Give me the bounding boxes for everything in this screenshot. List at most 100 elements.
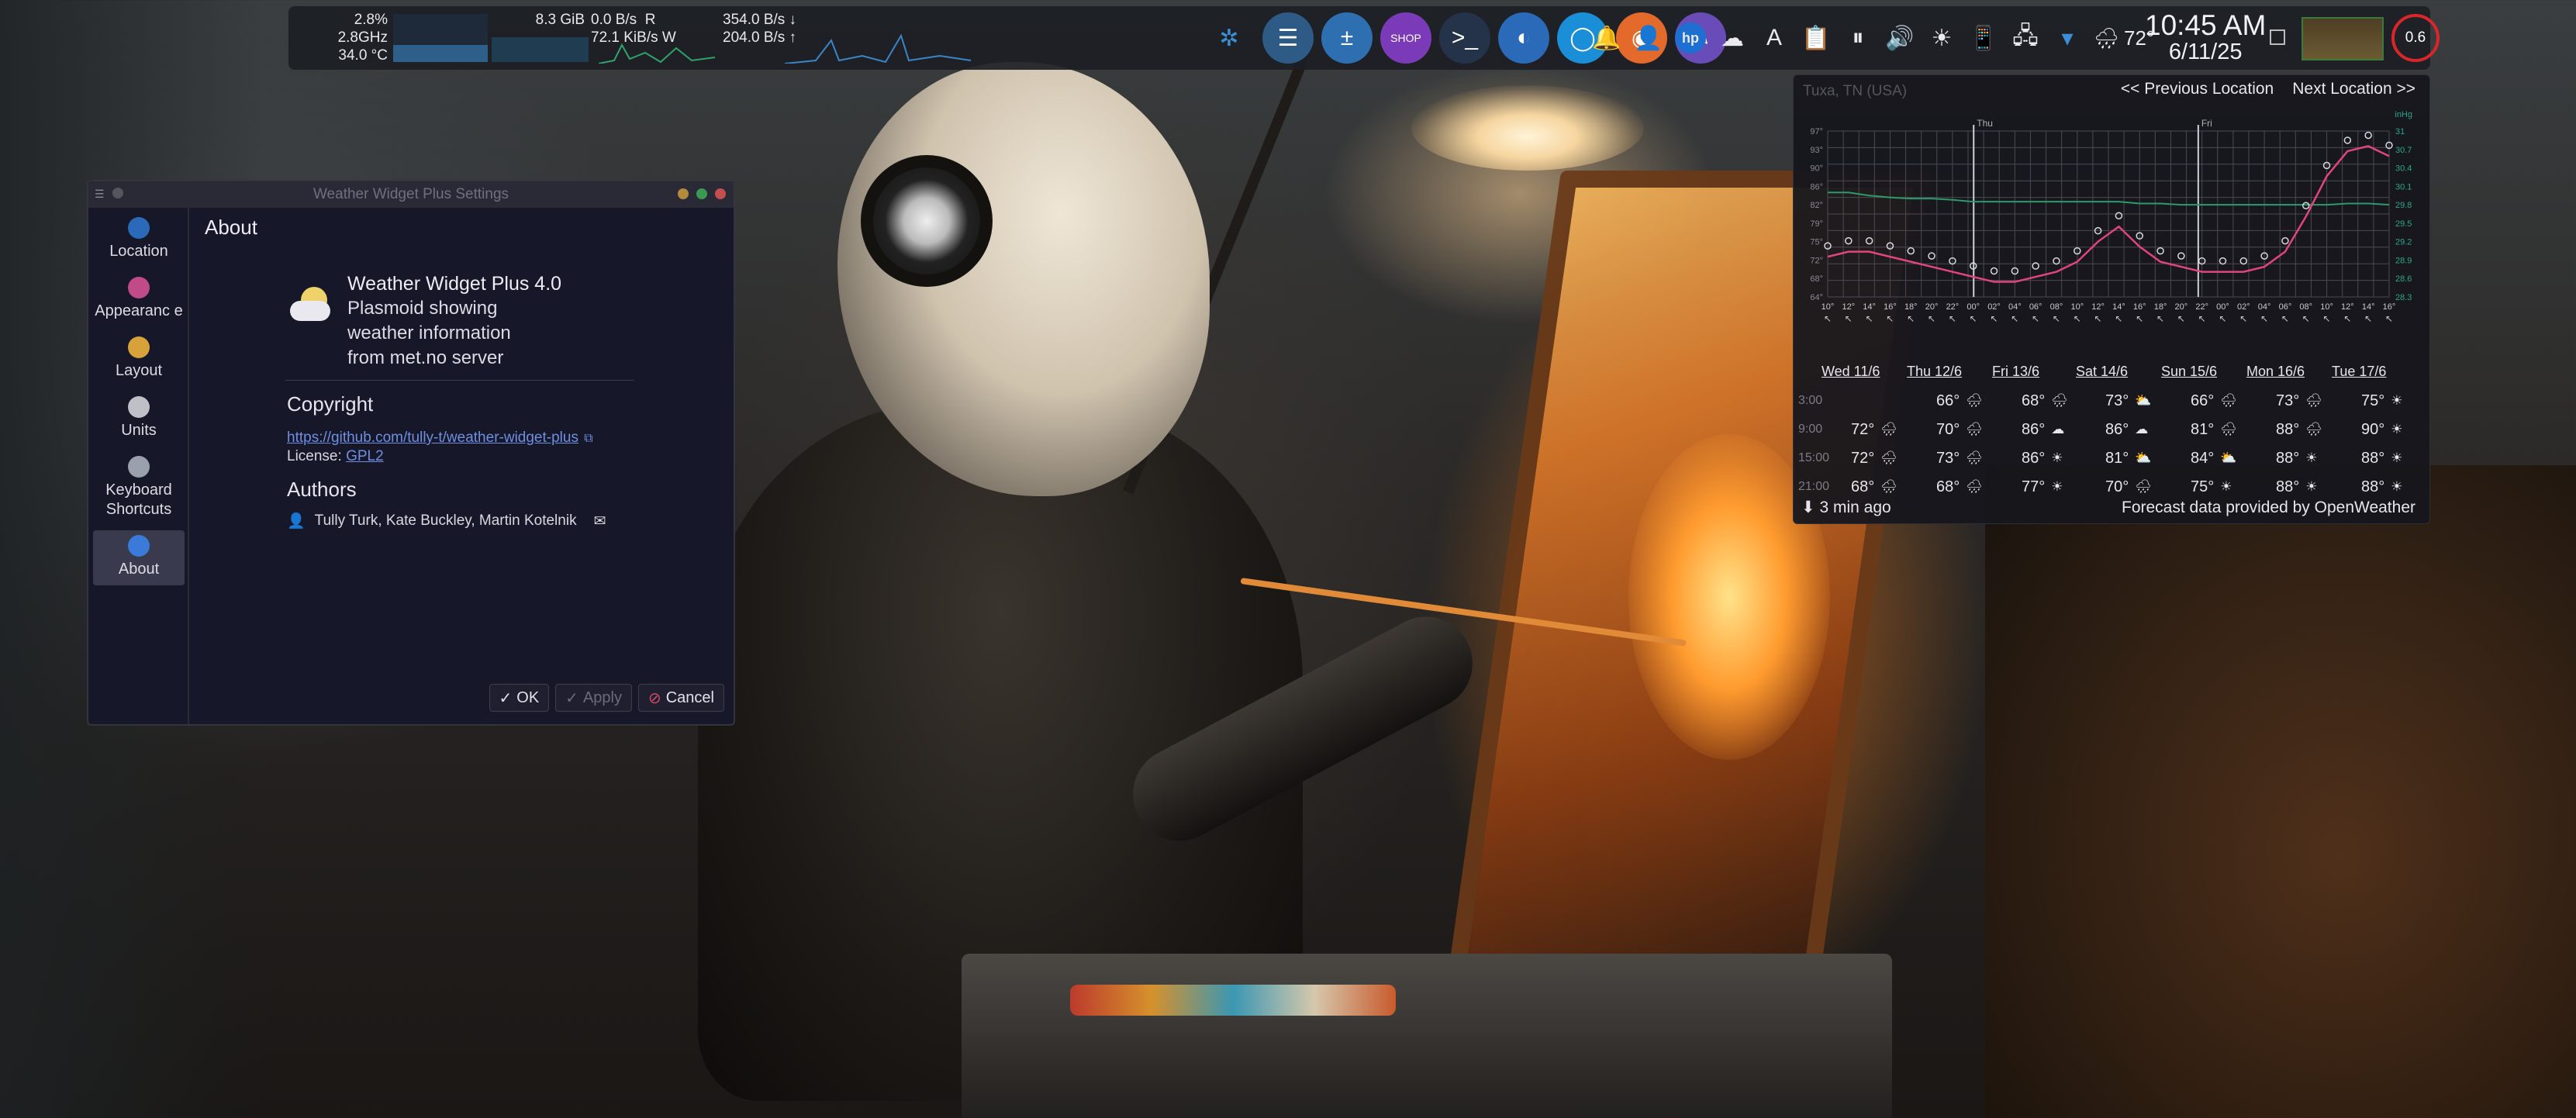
sidebar-item-label: Layout	[115, 362, 163, 379]
forecast-temp: 75°	[2191, 478, 2215, 495]
hour-label: 20°	[1925, 302, 1939, 312]
y-right-unit: inHg	[2395, 110, 2412, 119]
forecast-temp: 88°	[2276, 478, 2300, 495]
sidebar-item-layout[interactable]: Layout	[93, 332, 185, 387]
show-desktop-icon[interactable]	[2270, 29, 2285, 45]
wind-arrow-icon: ↖	[2136, 313, 2143, 324]
previous-location-link[interactable]: << Previous Location	[2121, 80, 2274, 98]
rain-icon: 🌧	[1880, 479, 1897, 494]
page-title: About	[205, 216, 257, 239]
forecast-temp: 81°	[2105, 449, 2129, 467]
hour-label: 22°	[2195, 302, 2208, 312]
y-tick-label: 90°	[1810, 164, 1823, 174]
next-location-link[interactable]: Next Location >>	[2292, 80, 2415, 98]
ok-button[interactable]: ✓ OK	[489, 684, 550, 712]
forecast-temp: 77°	[2022, 478, 2046, 495]
clipboard-icon[interactable]: 📋	[1801, 22, 1832, 53]
network-icon[interactable]: 🖧	[2010, 22, 2041, 53]
hour-label: 12°	[2341, 302, 2354, 312]
sidebar-item-location[interactable]: Location	[93, 212, 185, 267]
forecast-temp: 73°	[1936, 449, 1960, 467]
forecast-cell: 86° ☀	[2022, 444, 2063, 472]
pause-icon[interactable]: ⏸	[1842, 22, 1873, 53]
y-right-tick-label: 30.1	[2395, 182, 2412, 192]
maximize-button[interactable]	[696, 188, 707, 199]
user-icon[interactable]: 👤	[1633, 22, 1664, 53]
y-tick-label: 82°	[1810, 201, 1823, 210]
wind-arrow-icon: ↖	[2343, 313, 2351, 324]
forecast-time-label: 15:00	[1798, 451, 1830, 464]
y-right-tick-label: 28.9	[2395, 256, 2412, 265]
wind-arrow-icon: ↖	[1907, 313, 1915, 324]
wind-arrow-icon: ↖	[2364, 313, 2372, 324]
digital-clock[interactable]: 10:45 AM 6/11/25	[2145, 11, 2266, 64]
weather-popup: Tuxa, TN (USA) << Previous Location Next…	[1793, 74, 2430, 524]
window-titlebar[interactable]: ☰ Weather Widget Plus Settings	[88, 181, 734, 208]
sidebar-item-units[interactable]: Units	[93, 392, 185, 447]
hour-label: 22°	[1946, 302, 1960, 312]
volume-icon[interactable]: 🔊	[1884, 22, 1915, 53]
shop-icon[interactable]: SHOP	[1380, 12, 1431, 64]
close-button[interactable]	[715, 188, 726, 199]
window-menu-icon[interactable]: ☰	[95, 188, 105, 201]
load-graph	[2301, 17, 2384, 60]
forecast-cell: 81° 🌧	[2191, 416, 2237, 443]
dolphin-icon[interactable]: ◐	[1498, 12, 1549, 64]
provider-credit[interactable]: Forecast data provided by OpenWeather	[2122, 499, 2415, 517]
hour-label: 02°	[2237, 302, 2250, 312]
project-link-row: https://github.com/tully-t/weather-widge…	[287, 423, 593, 447]
wallpaper-lamp-light	[1411, 85, 1644, 171]
sidebar-item-appearanc-e[interactable]: Appearanc e	[93, 272, 185, 327]
dialog-buttons: ✓ OK ✓ Apply ⊘ Cancel	[489, 684, 724, 712]
sidebar-item-label: Location	[109, 243, 168, 260]
sidebar-item-about[interactable]: About	[93, 530, 185, 585]
check-icon: ✓	[499, 689, 513, 707]
system-settings-icon[interactable]: ☰	[1262, 12, 1314, 64]
y-tick-label: 86°	[1810, 182, 1823, 192]
network-graph	[785, 33, 971, 64]
wind-arrow-icon: ↖	[1866, 313, 1873, 324]
load-average[interactable]: 0.6	[2391, 14, 2440, 62]
pin-icon[interactable]	[112, 188, 123, 198]
cloud-icon[interactable]: ☁	[1717, 22, 1748, 53]
forecast-temp: 72°	[1851, 449, 1875, 467]
hour-label: 12°	[2091, 302, 2105, 312]
appearance-icon	[128, 277, 150, 298]
cpu-frequency: 2.8GHz	[337, 29, 388, 46]
terminal-icon[interactable]: >_	[1439, 12, 1490, 64]
wallpaper-paintbrush	[1240, 578, 1687, 647]
y-right-tick-label: 30.4	[2395, 164, 2412, 174]
notifications-icon[interactable]: 🔔	[1591, 22, 1622, 53]
forecast-row: 9:00 72° 🌧 70° 🌧 86° ☁ 86° ☁ 81° 🌧 88° 🌧 90° ☀	[1798, 416, 2426, 443]
hp-icon[interactable]: hp	[1675, 22, 1706, 53]
sun-icon: ☀	[2391, 393, 2403, 408]
forecast-time-label: 21:00	[1798, 480, 1830, 493]
sidebar-item-label: Units	[121, 422, 157, 439]
sidebar-item-keyboard-shortcuts[interactable]: Keyboard Shortcuts	[93, 451, 185, 526]
font-icon[interactable]: A	[1759, 22, 1790, 53]
project-link[interactable]: https://github.com/tully-t/weather-widge…	[287, 430, 578, 446]
settings-window: ☰ Weather Widget Plus Settings Location A…	[87, 180, 735, 726]
forecast-temp: 86°	[2105, 420, 2129, 438]
forecast-cell: 88° ☀	[2361, 473, 2403, 501]
forecast-cell: 68° 🌧	[1936, 473, 1983, 501]
minimize-button[interactable]	[678, 188, 689, 199]
rain-cloud-icon: 🌧	[2094, 26, 2120, 50]
top-panel: 2.8% 2.8GHz 34.0 °C 8.3 GiB 0.0 B/s R 72…	[288, 6, 2440, 70]
apply-button[interactable]: ✓ Apply	[555, 684, 632, 712]
forecast-day-header: Fri 13/6	[1992, 364, 2040, 379]
wind-arrow-icon: ↖	[1970, 313, 1977, 324]
calculator-icon[interactable]: ±	[1321, 12, 1373, 64]
cancel-button[interactable]: ⊘ Cancel	[637, 684, 724, 712]
kde-logo-icon[interactable]: ✲	[1203, 12, 1255, 64]
rain-icon: 🌧	[2305, 422, 2322, 437]
tray-expand-icon[interactable]: ▾	[2052, 22, 2083, 53]
forecast-cell: 90° ☀	[2361, 416, 2403, 443]
rain-icon: 🌧	[2220, 393, 2237, 408]
license-link[interactable]: GPL2	[346, 448, 384, 464]
forecast-temp: 88°	[2361, 449, 2385, 467]
brightness-icon[interactable]: ☀	[1926, 22, 1957, 53]
email-icon[interactable]: ✉	[594, 512, 606, 530]
phone-icon[interactable]: 📱	[1968, 22, 1999, 53]
cpu-monitor[interactable]: 2.8% 2.8GHz 34.0 °C	[296, 11, 388, 64]
